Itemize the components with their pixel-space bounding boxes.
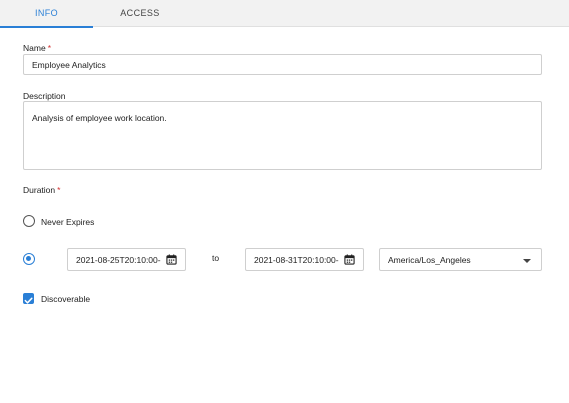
to-label: to (212, 253, 220, 263)
radio-selected-dot (26, 256, 31, 261)
description-label-text: Description (23, 91, 66, 101)
never-expires-label[interactable]: Never Expires (41, 217, 94, 227)
tab-bar: INFO ACCESS (0, 0, 569, 28)
timezone-value: America/Los_Angeles (388, 255, 471, 265)
duration-label-text: Duration (23, 185, 56, 195)
tab-info[interactable]: INFO (0, 0, 93, 28)
description-label: Description (23, 91, 66, 101)
calendar-icon[interactable] (166, 254, 177, 265)
tab-info-label: INFO (34, 8, 59, 18)
start-datetime-input[interactable]: 2021-08-25T20:10:00- (67, 248, 186, 271)
discoverable-label[interactable]: Discoverable (41, 294, 90, 304)
check-icon (24, 297, 33, 304)
discoverable-checkbox[interactable] (23, 293, 34, 304)
name-input[interactable] (23, 54, 542, 75)
calendar-icon[interactable] (344, 254, 355, 265)
required-marker: * (57, 185, 61, 195)
active-tab-indicator (0, 26, 93, 28)
end-datetime-input[interactable]: 2021-08-31T20:10:00- (245, 248, 364, 271)
name-label-text: Name (23, 43, 46, 53)
name-label: Name * (23, 43, 51, 53)
description-textarea[interactable]: Analysis of employee work location. (23, 101, 542, 170)
date-range-radio[interactable] (23, 253, 35, 265)
tab-access-label: ACCESS (120, 8, 160, 18)
tab-access[interactable]: ACCESS (93, 0, 187, 27)
chevron-down-icon (523, 259, 531, 263)
start-datetime-value: 2021-08-25T20:10:00- (76, 255, 161, 265)
duration-label: Duration * (23, 185, 60, 195)
required-marker: * (47, 43, 51, 53)
end-datetime-value: 2021-08-31T20:10:00- (254, 255, 339, 265)
timezone-select[interactable]: America/Los_Angeles (379, 248, 542, 271)
never-expires-radio[interactable] (23, 215, 35, 227)
